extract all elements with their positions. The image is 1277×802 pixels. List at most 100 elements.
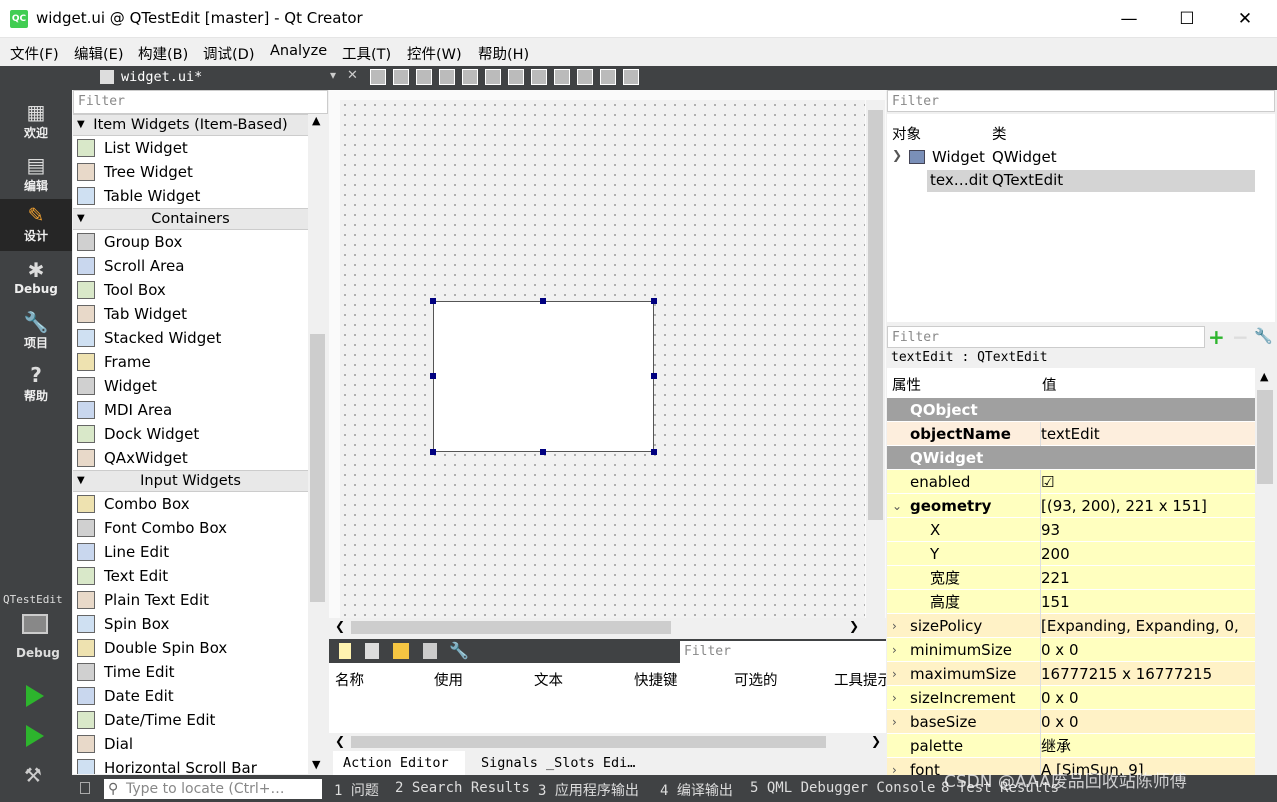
text-edit-widget[interactable] bbox=[433, 301, 654, 452]
widgetbox-item[interactable]: Combo Box bbox=[73, 492, 308, 516]
property-row[interactable]: X 93 bbox=[887, 518, 1255, 542]
property-value[interactable]: ☑ bbox=[1040, 470, 1255, 494]
mode-welcome[interactable]: ▦ 欢迎 bbox=[0, 96, 72, 148]
property-value[interactable]: 0 x 0 bbox=[1040, 638, 1255, 662]
scroll-up-icon[interactable]: ▲ bbox=[312, 114, 320, 127]
remove-property-icon[interactable]: − bbox=[1232, 325, 1249, 349]
property-row[interactable]: › maximumSize 16777215 x 16777215 bbox=[887, 662, 1255, 686]
resize-handle[interactable] bbox=[651, 449, 657, 455]
column-header[interactable]: 名称 bbox=[335, 669, 364, 690]
property-value[interactable]: 16777215 x 16777215 bbox=[1040, 662, 1255, 686]
property-row[interactable]: ›sizePolicy[Expanding, Expanding, 0, 0] bbox=[887, 614, 1255, 662]
tree-item-object[interactable]: Widget bbox=[932, 148, 985, 166]
widgetbox-item[interactable]: Date/Time Edit bbox=[73, 708, 308, 732]
widgetbox-item[interactable]: Double Spin Box bbox=[73, 636, 308, 660]
widgetbox-item[interactable]: Group Box bbox=[73, 230, 308, 254]
column-header[interactable]: 工具提示 bbox=[834, 669, 886, 690]
scrollbar-thumb[interactable] bbox=[868, 110, 883, 520]
break-layout-icon[interactable] bbox=[600, 69, 616, 85]
chevron-right-icon[interactable]: › bbox=[892, 662, 897, 686]
mode-design[interactable]: ✎ 设计 bbox=[0, 199, 72, 251]
canvas-horizontal-scrollbar[interactable]: ❮ ❯ bbox=[329, 618, 886, 637]
resize-handle[interactable] bbox=[540, 449, 546, 455]
run-icon[interactable] bbox=[26, 685, 44, 707]
close-editor-icon[interactable]: ✕ bbox=[347, 68, 358, 83]
widgetbox-scrollbar[interactable]: ▲ ▼ bbox=[308, 114, 327, 774]
layout-form-icon[interactable] bbox=[554, 69, 570, 85]
mode-debug[interactable]: ✱ Debug bbox=[0, 254, 72, 306]
widgetbox-item[interactable]: Stacked Widget bbox=[73, 326, 308, 350]
widgetbox-item[interactable]: Tool Box bbox=[73, 278, 308, 302]
widgetbox-item[interactable]: Date Edit bbox=[73, 684, 308, 708]
layout-splitter-h-icon[interactable] bbox=[508, 69, 524, 85]
widgetbox-item[interactable]: MDI Area bbox=[73, 398, 308, 422]
property-value[interactable]: 继承 bbox=[1040, 734, 1255, 758]
scroll-left-icon[interactable]: ❮ bbox=[335, 619, 345, 633]
property-value[interactable]: textEdit bbox=[1040, 422, 1255, 446]
output-pane-compile[interactable]: 4 编译输出 bbox=[660, 780, 733, 800]
property-group-row[interactable]: QObject bbox=[887, 398, 1255, 422]
property-row[interactable]: › sizeIncrement 0 x 0 bbox=[887, 686, 1255, 710]
tab-action-editor[interactable]: Action Editor bbox=[333, 751, 465, 775]
configure-icon[interactable]: 🔧 bbox=[1254, 327, 1273, 345]
column-header[interactable]: 可选的 bbox=[734, 669, 778, 690]
widgetbox-item[interactable]: Table Widget bbox=[73, 184, 308, 208]
monitor-icon[interactable] bbox=[22, 614, 48, 634]
scroll-right-icon[interactable]: ❯ bbox=[849, 619, 859, 633]
output-pane-app-output[interactable]: 3 应用程序输出 bbox=[538, 780, 639, 800]
layout-horizontal-icon[interactable] bbox=[462, 69, 478, 85]
edit-tab-order-icon[interactable] bbox=[439, 69, 455, 85]
widgetbox-item[interactable]: List Widget bbox=[73, 136, 308, 160]
scrollbar-thumb[interactable] bbox=[351, 736, 826, 748]
property-value[interactable]: [(93, 200), 221 x 151] bbox=[1040, 494, 1255, 518]
scroll-left-icon[interactable]: ❮ bbox=[335, 734, 345, 748]
build-hammer-icon[interactable]: ⚒ bbox=[24, 763, 46, 787]
tab-signals-slots-editor[interactable]: Signals _Slots Edi… bbox=[481, 751, 635, 775]
property-row[interactable]: 宽度 221 bbox=[887, 566, 1255, 590]
menu-build[interactable]: 构建(B) bbox=[138, 43, 188, 64]
property-value[interactable]: 151 bbox=[1040, 590, 1255, 614]
menu-debug[interactable]: 调试(D) bbox=[203, 43, 254, 64]
edit-buddies-icon[interactable] bbox=[416, 69, 432, 85]
property-row[interactable]: ⌄ geometry [(93, 200), 221 x 151] bbox=[887, 494, 1255, 518]
maximize-button[interactable]: ☐ bbox=[1159, 0, 1215, 38]
chevron-right-icon[interactable]: › bbox=[892, 686, 897, 710]
widgetbox-item[interactable]: Spin Box bbox=[73, 612, 308, 636]
resize-handle[interactable] bbox=[430, 373, 436, 379]
mode-projects[interactable]: 🔧 项目 bbox=[0, 306, 72, 358]
edit-widgets-icon[interactable] bbox=[370, 69, 386, 85]
widgetbox-item[interactable]: Dial bbox=[73, 732, 308, 756]
widgetbox-item[interactable]: Tree Widget bbox=[73, 160, 308, 184]
widgetbox-item[interactable]: Horizontal Scroll Bar bbox=[73, 756, 308, 774]
widgetbox-item[interactable]: QAxWidget bbox=[73, 446, 308, 470]
widgetbox-item[interactable]: Frame bbox=[73, 350, 308, 374]
widgetbox-item[interactable]: Tab Widget bbox=[73, 302, 308, 326]
scroll-down-icon[interactable]: ▼ bbox=[312, 758, 320, 771]
canvas-vertical-scrollbar[interactable] bbox=[866, 100, 885, 618]
menu-analyze[interactable]: Analyze bbox=[270, 43, 327, 59]
scroll-right-icon[interactable]: ❯ bbox=[871, 734, 881, 748]
object-filter-input[interactable]: Filter bbox=[887, 90, 1275, 112]
resize-handle[interactable] bbox=[651, 298, 657, 304]
property-row[interactable]: 高度 151 bbox=[887, 590, 1255, 614]
tree-item-object[interactable]: tex…dit bbox=[930, 171, 988, 189]
widgetbox-item[interactable]: Widget bbox=[73, 374, 308, 398]
scroll-up-icon[interactable]: ▲ bbox=[1260, 370, 1268, 383]
chevron-down-icon[interactable]: ❯ bbox=[892, 148, 902, 162]
widgetbox-category[interactable]: ▼ Input Widgets bbox=[73, 470, 308, 492]
output-pane-qml-console[interactable]: 5 QML Debugger Console bbox=[750, 780, 935, 796]
configure-icon[interactable]: 🔧 bbox=[449, 641, 469, 660]
locator-input[interactable]: ⚲ Type to locate (Ctrl+… bbox=[104, 779, 322, 799]
property-row[interactable]: palette 继承 bbox=[887, 734, 1255, 758]
scrollbar-thumb[interactable] bbox=[310, 334, 325, 602]
widgetbox-item[interactable]: Scroll Area bbox=[73, 254, 308, 278]
column-header[interactable]: 文本 bbox=[534, 669, 563, 690]
property-value[interactable]: 0 x 0 bbox=[1040, 710, 1255, 734]
edit-signals-slots-icon[interactable] bbox=[393, 69, 409, 85]
column-header[interactable]: 使用 bbox=[434, 669, 463, 690]
scrollbar-thumb[interactable] bbox=[351, 621, 671, 634]
editor-tab-name[interactable]: widget.ui* bbox=[121, 69, 202, 85]
add-property-icon[interactable]: + bbox=[1208, 325, 1225, 349]
widgetbox-category[interactable]: ▼ Containers bbox=[73, 208, 308, 230]
property-scrollbar[interactable]: ▲ bbox=[1255, 368, 1275, 778]
